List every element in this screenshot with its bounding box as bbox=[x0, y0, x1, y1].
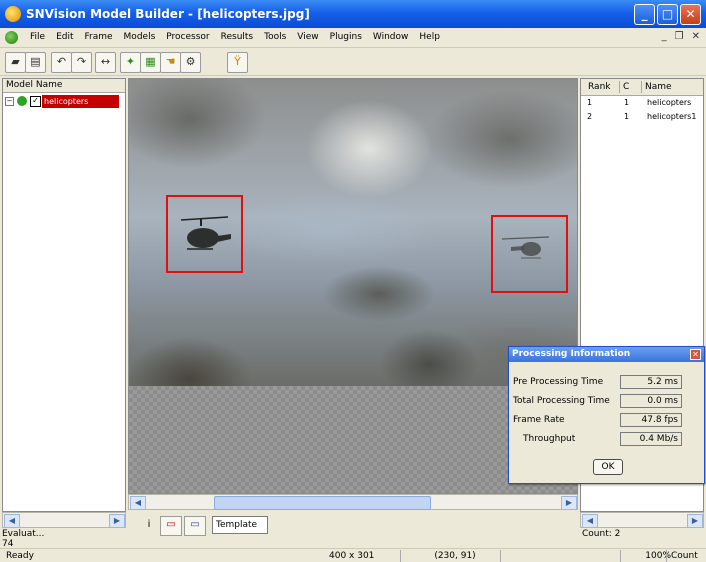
scrollbar-thumb[interactable] bbox=[214, 496, 431, 510]
left-horizontal-scrollbar[interactable]: ◀ ▶ bbox=[2, 512, 126, 528]
redo-icon[interactable]: ↷ bbox=[71, 52, 92, 73]
total-processing-value: 0.0 ms bbox=[620, 394, 682, 408]
mdi-close-button[interactable]: ✕ bbox=[692, 31, 700, 42]
dialog-title: Processing Information bbox=[509, 347, 704, 362]
ok-button[interactable]: OK bbox=[593, 459, 623, 475]
document-icon[interactable] bbox=[5, 31, 18, 44]
close-button[interactable]: ✕ bbox=[680, 4, 701, 25]
menu-edit[interactable]: Edit bbox=[56, 32, 73, 42]
detect-icon[interactable]: ▦ bbox=[140, 52, 161, 73]
toolbar: ▰ ▤ ↶ ↷ ↔ ✦ ▦ ☚ ⚙ Ϋ bbox=[0, 49, 706, 76]
status-spacer bbox=[500, 550, 625, 562]
throughput-label: Throughput bbox=[523, 434, 576, 444]
open-folder-icon[interactable]: ▰ bbox=[5, 52, 26, 73]
preprocessing-row: Pre Processing Time 5.2 ms bbox=[513, 375, 699, 391]
results-header: Rank C Name bbox=[581, 79, 703, 96]
table-row[interactable]: 1 1 helicopters bbox=[581, 97, 703, 109]
scroll-left-icon[interactable]: ◀ bbox=[4, 514, 20, 528]
results-count: Count: 2 bbox=[582, 529, 621, 539]
evaluation-label: Evaluat... bbox=[2, 529, 45, 539]
name-column-header[interactable]: Name bbox=[641, 81, 672, 93]
evaluation-status: Evaluat... 74 bbox=[2, 529, 126, 549]
scroll-right-icon[interactable]: ▶ bbox=[109, 514, 125, 528]
status-bar: Ready 400 x 301 (230, 91) 100% Count bbox=[0, 548, 706, 562]
menu-models[interactable]: Models bbox=[124, 32, 156, 42]
menu-tools[interactable]: Tools bbox=[264, 32, 286, 42]
menu-plugins[interactable]: Plugins bbox=[330, 32, 362, 42]
name-cell: helicopters bbox=[647, 98, 692, 107]
rank-cell: 1 bbox=[587, 98, 593, 107]
detection-box-2[interactable] bbox=[491, 215, 568, 293]
menu-processor[interactable]: Processor bbox=[166, 32, 209, 42]
model-tree-panel: Model Name − ✓ helicopters bbox=[2, 78, 126, 512]
menu-view[interactable]: View bbox=[297, 32, 318, 42]
menu-file[interactable]: File bbox=[30, 32, 45, 42]
status-ready: Ready bbox=[6, 551, 34, 561]
frame-rate-row: Frame Rate 47.8 fps bbox=[513, 413, 699, 429]
tree-item-helicopters[interactable]: − ✓ helicopters bbox=[5, 95, 123, 108]
throughput-row: Throughput 0.4 Mb/s bbox=[513, 432, 699, 448]
rank-column-header[interactable]: Rank bbox=[585, 81, 611, 93]
helicopter-image bbox=[129, 79, 577, 386]
model-checkbox[interactable]: ✓ bbox=[30, 96, 41, 107]
frame-rate-label: Frame Rate bbox=[513, 415, 565, 425]
cursor-coordinates: (230, 91) bbox=[400, 550, 505, 562]
undo-icon[interactable]: ↶ bbox=[51, 52, 72, 73]
save-icon[interactable]: ▤ bbox=[25, 52, 46, 73]
cursor-icon[interactable]: ⅰ bbox=[138, 516, 160, 536]
scroll-right-icon[interactable]: ▶ bbox=[561, 496, 577, 510]
name-cell: helicopters1 bbox=[647, 112, 697, 121]
model-name-header: Model Name bbox=[3, 79, 125, 93]
preprocessing-value: 5.2 ms bbox=[620, 375, 682, 389]
app-icon bbox=[5, 6, 21, 22]
template-field[interactable]: Template bbox=[212, 516, 268, 534]
total-processing-row: Total Processing Time 0.0 ms bbox=[513, 394, 699, 410]
mdi-minimize-button[interactable]: _ bbox=[662, 31, 667, 42]
dialog-close-icon[interactable]: ✕ bbox=[690, 349, 701, 360]
window-title: SNVision Model Builder - [helicopters.jp… bbox=[26, 7, 310, 21]
detection-box-1[interactable] bbox=[166, 195, 243, 273]
mdi-restore-button[interactable]: ❐ bbox=[675, 31, 684, 42]
c-column-header[interactable]: C bbox=[619, 81, 629, 93]
table-row[interactable]: 2 1 helicopters1 bbox=[581, 111, 703, 123]
tree-item-label: helicopters bbox=[42, 95, 119, 108]
status-count: Count bbox=[666, 550, 698, 562]
scroll-left-icon[interactable]: ◀ bbox=[582, 514, 598, 528]
c-cell: 1 bbox=[624, 112, 630, 121]
title-bar: SNVision Model Builder - [helicopters.jp… bbox=[0, 0, 706, 28]
hand-icon[interactable]: ☚ bbox=[160, 52, 181, 73]
scroll-right-icon[interactable]: ▶ bbox=[687, 514, 703, 528]
rank-cell: 2 bbox=[587, 112, 593, 121]
menu-window[interactable]: Window bbox=[373, 32, 409, 42]
menu-bar: File Edit Frame Models Processor Results… bbox=[0, 28, 706, 48]
processing-info-dialog: Processing Information ✕ Pre Processing … bbox=[508, 346, 705, 484]
menu-results[interactable]: Results bbox=[221, 32, 254, 42]
draw-region-icon[interactable]: ▭ bbox=[160, 516, 182, 536]
draw-database-icon[interactable]: ▭ bbox=[184, 516, 206, 536]
image-dimensions: 400 x 301 bbox=[329, 551, 375, 561]
image-horizontal-scrollbar[interactable]: ◀ ▶ bbox=[128, 494, 578, 510]
settings-icon[interactable]: ⚙ bbox=[180, 52, 201, 73]
scroll-left-icon[interactable]: ◀ bbox=[130, 496, 146, 510]
right-horizontal-scrollbar[interactable]: ◀ ▶ bbox=[580, 512, 704, 528]
maximize-button[interactable]: □ bbox=[657, 4, 678, 25]
model-status-icon bbox=[17, 96, 27, 106]
wand-icon[interactable]: Ϋ bbox=[227, 52, 248, 73]
preprocessing-label: Pre Processing Time bbox=[513, 377, 604, 387]
throughput-value: 0.4 Mb/s bbox=[620, 432, 682, 446]
minimize-button[interactable]: _ bbox=[634, 4, 655, 25]
c-cell: 1 bbox=[624, 98, 630, 107]
train-icon[interactable]: ✦ bbox=[120, 52, 141, 73]
frame-rate-value: 47.8 fps bbox=[620, 413, 682, 427]
fit-icon[interactable]: ↔ bbox=[95, 52, 116, 73]
menu-frame[interactable]: Frame bbox=[85, 32, 113, 42]
menu-help[interactable]: Help bbox=[419, 32, 440, 42]
total-processing-label: Total Processing Time bbox=[513, 396, 610, 406]
expand-icon[interactable]: − bbox=[5, 97, 14, 106]
